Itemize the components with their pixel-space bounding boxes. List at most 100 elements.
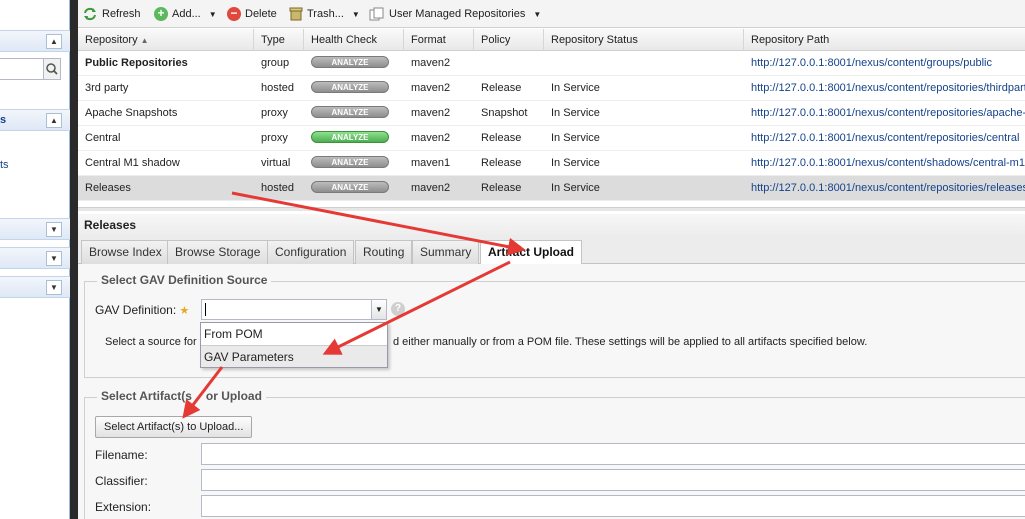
grid-header: Repository ▲ Type Health Check Format Po… bbox=[78, 29, 1025, 51]
analyze-button[interactable]: ANALYZE bbox=[311, 81, 389, 94]
repository-policy: Release bbox=[481, 132, 522, 144]
repository-name: Apache Snapshots bbox=[85, 107, 178, 119]
table-row[interactable]: Apache Snapshots proxy ANALYZE maven2 Sn… bbox=[78, 101, 1025, 126]
option-from-pom[interactable]: From POM bbox=[201, 323, 387, 345]
left-nav-link[interactable]: ts bbox=[0, 159, 9, 171]
filename-input[interactable] bbox=[201, 443, 1025, 465]
health-check-cell: ANALYZE bbox=[304, 126, 404, 151]
select-artifacts-button[interactable]: Select Artifact(s) to Upload... bbox=[95, 416, 253, 438]
gav-definition-hint-start: Select a source for t bbox=[105, 336, 203, 348]
gav-definition-label: GAV Definition: ★ bbox=[95, 303, 190, 317]
column-header-format[interactable]: Format bbox=[404, 29, 474, 51]
repository-path-link[interactable]: http://127.0.0.1:8001/nexus/content/repo… bbox=[744, 76, 1025, 101]
text-caret bbox=[205, 303, 206, 316]
column-header-repository[interactable]: Repository ▲ bbox=[78, 29, 254, 51]
refresh-label: Refresh bbox=[102, 8, 141, 20]
filename-label: Filename: bbox=[95, 448, 148, 462]
chevron-down-icon: ▼ bbox=[208, 9, 217, 19]
delete-button[interactable]: − Delete bbox=[227, 6, 277, 22]
repository-status: In Service bbox=[551, 82, 600, 94]
refresh-icon bbox=[84, 7, 96, 21]
repository-path-link[interactable]: http://127.0.0.1:8001/nexus/content/repo… bbox=[744, 101, 1025, 126]
expand-down-icon[interactable]: ▼ bbox=[46, 280, 62, 295]
column-header-policy[interactable]: Policy bbox=[474, 29, 544, 51]
repositories-icon bbox=[369, 7, 384, 21]
column-header-repository-status[interactable]: Repository Status bbox=[544, 29, 744, 51]
analyze-button[interactable]: ANALYZE bbox=[311, 156, 389, 169]
gav-definition-select[interactable]: ▼ bbox=[201, 299, 387, 320]
collapse-up-icon[interactable]: ▲ bbox=[46, 34, 62, 49]
search-icon[interactable] bbox=[43, 58, 61, 80]
column-header-type[interactable]: Type bbox=[254, 29, 304, 51]
nexus-window: ▲ s ▲ ts ▼ ▼ ▼ Refresh + Add... ▼ − Dele… bbox=[0, 0, 1025, 519]
add-icon: + bbox=[154, 7, 168, 21]
health-check-cell: ANALYZE bbox=[304, 76, 404, 101]
health-check-cell: ANALYZE bbox=[304, 101, 404, 126]
repository-type: virtual bbox=[261, 157, 291, 169]
repository-name: Central M1 shadow bbox=[85, 157, 180, 169]
horizontal-splitter[interactable] bbox=[78, 207, 1025, 211]
collapse-up-icon[interactable]: ▲ bbox=[46, 113, 62, 128]
tab-artifact-upload[interactable]: Artifact Upload bbox=[480, 240, 583, 265]
column-header-health-check[interactable]: Health Check bbox=[304, 29, 404, 51]
repository-status: In Service bbox=[551, 132, 600, 144]
repository-format: maven2 bbox=[411, 132, 451, 144]
left-nav-search-input[interactable] bbox=[0, 58, 44, 80]
classifier-label: Classifier: bbox=[95, 474, 148, 488]
tab-summary[interactable]: Summary bbox=[412, 240, 480, 264]
help-icon[interactable]: ? bbox=[391, 302, 405, 316]
extension-label: Extension: bbox=[95, 500, 152, 514]
panel-splitter[interactable] bbox=[70, 0, 78, 519]
tab-browse-storage[interactable]: Browse Storage bbox=[167, 240, 269, 264]
tab-routing[interactable]: Routing bbox=[355, 240, 413, 264]
tab-browse-index[interactable]: Browse Index bbox=[81, 240, 170, 264]
repository-status bbox=[544, 51, 744, 76]
left-nav-collapsed-section[interactable]: ▼ bbox=[0, 218, 70, 240]
analyze-button[interactable]: ANALYZE bbox=[311, 131, 389, 144]
table-row[interactable]: 3rd party hosted ANALYZE maven2 Release … bbox=[78, 76, 1025, 101]
repository-name: 3rd party bbox=[85, 82, 129, 94]
repository-path-link[interactable]: http://127.0.0.1:8001/nexus/content/repo… bbox=[744, 176, 1025, 201]
left-nav-collapsed-section[interactable]: ▼ bbox=[0, 247, 70, 269]
expand-down-icon[interactable]: ▼ bbox=[46, 251, 62, 266]
extension-input[interactable] bbox=[201, 495, 1025, 517]
refresh-button[interactable]: Refresh bbox=[82, 6, 141, 22]
table-row[interactable]: Central proxy ANALYZE maven2 Release In … bbox=[78, 126, 1025, 151]
table-row[interactable]: Central M1 shadow virtual ANALYZE maven1… bbox=[78, 151, 1025, 176]
repositories-grid: Repository ▲ Type Health Check Format Po… bbox=[78, 29, 1025, 201]
artifact-upload-fieldset: Select Artifact(s or Upload Select Artifa… bbox=[84, 389, 1025, 519]
analyze-button[interactable]: ANALYZE bbox=[311, 106, 389, 119]
table-row-selected[interactable]: Releases hosted ANALYZE maven2 Release I… bbox=[78, 176, 1025, 201]
chevron-down-icon[interactable]: ▼ bbox=[371, 300, 386, 319]
tab-configuration[interactable]: Configuration bbox=[267, 240, 355, 264]
repository-path-link[interactable]: http://127.0.0.1:8001/nexus/content/shad… bbox=[744, 151, 1025, 176]
repository-tabs: Browse Index Browse Storage Configuratio… bbox=[78, 237, 1025, 265]
expand-down-icon[interactable]: ▼ bbox=[46, 222, 62, 237]
classifier-input[interactable] bbox=[201, 469, 1025, 491]
gav-definition-legend: Select GAV Definition Source bbox=[97, 273, 272, 287]
chevron-down-icon: ▼ bbox=[533, 9, 542, 19]
repository-status: In Service bbox=[551, 107, 600, 119]
main-panel: Refresh + Add... ▼ − Delete Trash... ▼ U… bbox=[78, 0, 1025, 519]
repository-path-link[interactable]: http://127.0.0.1:8001/nexus/content/repo… bbox=[744, 126, 1025, 151]
required-star-icon: ★ bbox=[179, 305, 190, 317]
repository-path-link[interactable]: http://127.0.0.1:8001/nexus/content/grou… bbox=[744, 51, 1025, 76]
repository-type: proxy bbox=[261, 132, 288, 144]
repository-type: group bbox=[261, 57, 290, 69]
repository-format: maven1 bbox=[411, 157, 451, 169]
repository-format: maven2 bbox=[411, 82, 451, 94]
left-nav-collapsed-section[interactable]: ▼ bbox=[0, 276, 70, 298]
delete-label: Delete bbox=[245, 8, 277, 20]
option-gav-parameters[interactable]: GAV Parameters bbox=[201, 345, 387, 367]
table-row[interactable]: Public Repositories group ANALYZE maven2… bbox=[78, 51, 1025, 76]
repository-view-selector[interactable]: User Managed Repositories ▼ bbox=[369, 6, 541, 22]
column-header-repository-path[interactable]: Repository Path bbox=[744, 29, 1025, 51]
analyze-button[interactable]: ANALYZE bbox=[311, 56, 389, 69]
add-button[interactable]: + Add... ▼ bbox=[154, 6, 217, 22]
analyze-button[interactable]: ANALYZE bbox=[311, 181, 389, 194]
trash-button[interactable]: Trash... ▼ bbox=[289, 6, 360, 22]
repository-policy: Release bbox=[481, 82, 522, 94]
repository-policy: Release bbox=[481, 182, 522, 194]
repository-format: maven2 bbox=[411, 57, 451, 69]
repository-type: proxy bbox=[261, 107, 288, 119]
